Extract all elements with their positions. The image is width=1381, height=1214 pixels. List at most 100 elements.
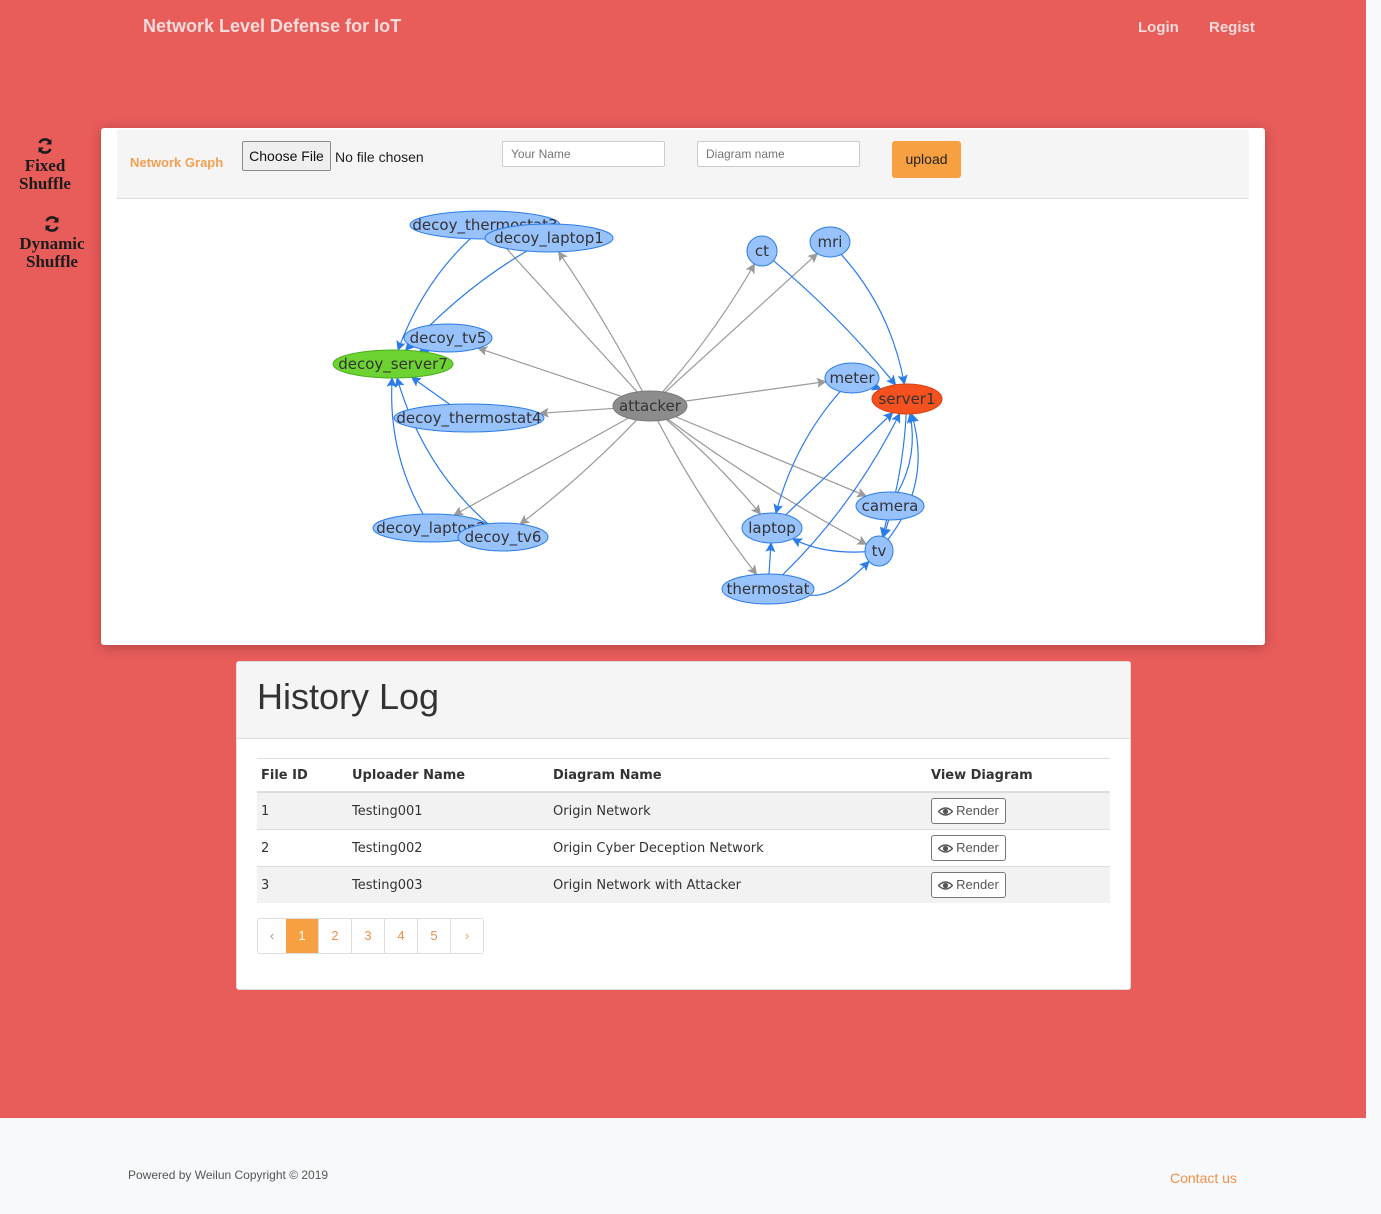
- table-row: 3 Testing003 Origin Network with Attacke…: [257, 866, 1110, 903]
- eye-icon: [937, 881, 954, 890]
- graph-edge: [453, 417, 629, 516]
- graph-node-decoy-server7[interactable]: decoy_server7: [332, 349, 454, 379]
- pagination-page-1[interactable]: 1: [286, 919, 318, 953]
- col-uploader-name: Uploader Name: [348, 758, 549, 793]
- graph-edge: [538, 407, 614, 418]
- graph-node-label: laptop: [748, 519, 795, 537]
- graph-node-label: decoy_laptop1: [494, 229, 604, 248]
- contact-link[interactable]: Contact us: [1170, 1170, 1237, 1186]
- dynamic-shuffle-label-1: Dynamic: [19, 234, 85, 253]
- render-button[interactable]: Render: [931, 835, 1006, 861]
- graph-node-tv[interactable]: tv: [864, 535, 894, 567]
- history-log-panel: History Log File ID Uploader Name Diagra…: [236, 661, 1131, 990]
- app-brand[interactable]: Network Level Defense for IoT: [143, 16, 401, 37]
- refresh-icon: [45, 216, 59, 232]
- graph-node-thermostat[interactable]: thermostat: [721, 573, 815, 605]
- render-button[interactable]: Render: [931, 872, 1006, 898]
- graph-node-decoy-thermostat4[interactable]: decoy_thermostat4: [393, 403, 545, 433]
- pagination-prev[interactable]: ‹: [258, 919, 286, 953]
- file-id-cell: 3: [257, 866, 348, 903]
- graph-edge: [684, 377, 827, 402]
- diagram-name-cell: Origin Cyber Deception Network: [549, 829, 927, 867]
- graph-node-label: camera: [862, 497, 919, 515]
- pagination-page-3[interactable]: 3: [351, 919, 384, 953]
- history-log-title: History Log: [257, 676, 440, 717]
- refresh-icon: [38, 138, 52, 154]
- graph-node-decoy-tv6[interactable]: decoy_tv6: [457, 522, 549, 552]
- pagination-page-4[interactable]: 4: [384, 919, 417, 953]
- graph-edge: [675, 416, 868, 498]
- graph-node-label: decoy_tv6: [465, 528, 542, 547]
- fixed-shuffle-label-1: Fixed: [24, 156, 66, 175]
- render-button[interactable]: Render: [931, 798, 1006, 824]
- graph-node-laptop[interactable]: laptop: [741, 512, 803, 544]
- render-label: Render: [956, 840, 999, 855]
- col-file-id: File ID: [257, 758, 348, 793]
- graph-node-label: thermostat: [726, 580, 809, 598]
- graph-node-label: server1: [878, 390, 935, 408]
- graph-nodes[interactable]: decoy_thermostat3decoy_laptop1decoy_tv5d…: [332, 210, 943, 605]
- uploader-cell: Testing002: [348, 829, 549, 867]
- graph-node-decoy-tv5[interactable]: decoy_tv5: [403, 323, 493, 353]
- graph-node-label: decoy_tv5: [410, 329, 487, 348]
- graph-edge: [773, 391, 841, 515]
- graph-node-ct[interactable]: ct: [746, 235, 778, 267]
- graph-edge: [477, 346, 622, 397]
- fixed-shuffle-label-2: Shuffle: [19, 174, 71, 193]
- network-graph-canvas[interactable]: decoy_thermostat3decoy_laptop1decoy_tv5d…: [101, 128, 1265, 645]
- eye-icon: [937, 844, 954, 853]
- graph-node-camera[interactable]: camera: [855, 491, 925, 521]
- file-id-cell: 1: [257, 791, 348, 830]
- graph-node-server1[interactable]: server1: [871, 383, 943, 415]
- view-diagram-cell: Render: [927, 791, 1110, 830]
- col-view-diagram: View Diagram: [927, 758, 1110, 793]
- login-link[interactable]: Login: [1138, 19, 1179, 36]
- table-header-row: File ID Uploader Name Diagram Name View …: [257, 758, 1110, 793]
- graph-edge: [519, 419, 638, 525]
- col-diagram-name: Diagram Name: [549, 758, 927, 793]
- dynamic-shuffle-label-2: Shuffle: [26, 252, 78, 271]
- graph-node-attacker[interactable]: attacker: [612, 390, 688, 422]
- view-diagram-cell: Render: [927, 829, 1110, 867]
- render-label: Render: [956, 803, 999, 818]
- footer-copyright: Powered by Weilun Copyright © 2019: [128, 1168, 329, 1182]
- graph-edge: [791, 538, 866, 553]
- graph-node-label: tv: [872, 542, 887, 560]
- graph-edge: [386, 377, 424, 515]
- graph-edge: [810, 560, 870, 596]
- pagination: ‹ 1 2 3 4 5 ›: [257, 918, 484, 954]
- dynamic-shuffle-button[interactable]: Dynamic Shuffle: [7, 215, 97, 271]
- diagram-name-cell: Origin Network: [549, 791, 927, 830]
- view-diagram-cell: Render: [927, 866, 1110, 903]
- graph-node-label: mri: [818, 233, 843, 251]
- graph-node-meter[interactable]: meter: [824, 362, 880, 394]
- diagram-name-cell: Origin Network with Attacker: [549, 866, 927, 903]
- graph-node-label: meter: [829, 369, 875, 387]
- history-table: File ID Uploader Name Diagram Name View …: [257, 758, 1110, 903]
- graph-edge: [665, 419, 762, 515]
- graph-edge: [557, 251, 643, 392]
- graph-edge: [887, 412, 919, 540]
- network-graph-card: Network Graph Choose File No file chosen…: [101, 128, 1265, 645]
- graph-node-label: ct: [755, 242, 769, 260]
- pagination-next[interactable]: ›: [450, 919, 483, 953]
- eye-icon: [937, 807, 954, 816]
- render-label: Render: [956, 877, 999, 892]
- graph-node-mri[interactable]: mri: [809, 226, 851, 258]
- uploader-cell: Testing003: [348, 866, 549, 903]
- table-row: 2 Testing002 Origin Cyber Deception Netw…: [257, 829, 1110, 867]
- graph-edge: [410, 376, 451, 405]
- graph-edge: [662, 263, 756, 393]
- graph-edge: [496, 238, 638, 393]
- table-row: 1 Testing001 Origin Network Render: [257, 791, 1110, 830]
- uploader-cell: Testing001: [348, 791, 549, 830]
- register-link[interactable]: Regist: [1209, 19, 1255, 36]
- graph-node-label: decoy_server7: [338, 355, 448, 374]
- graph-edge: [664, 252, 819, 393]
- pagination-page-5[interactable]: 5: [417, 919, 450, 953]
- fixed-shuffle-button[interactable]: Fixed Shuffle: [0, 137, 90, 193]
- graph-node-decoy-laptop1[interactable]: decoy_laptop1: [484, 223, 614, 253]
- graph-edge: [870, 381, 882, 391]
- file-id-cell: 2: [257, 829, 348, 867]
- pagination-page-2[interactable]: 2: [318, 919, 351, 953]
